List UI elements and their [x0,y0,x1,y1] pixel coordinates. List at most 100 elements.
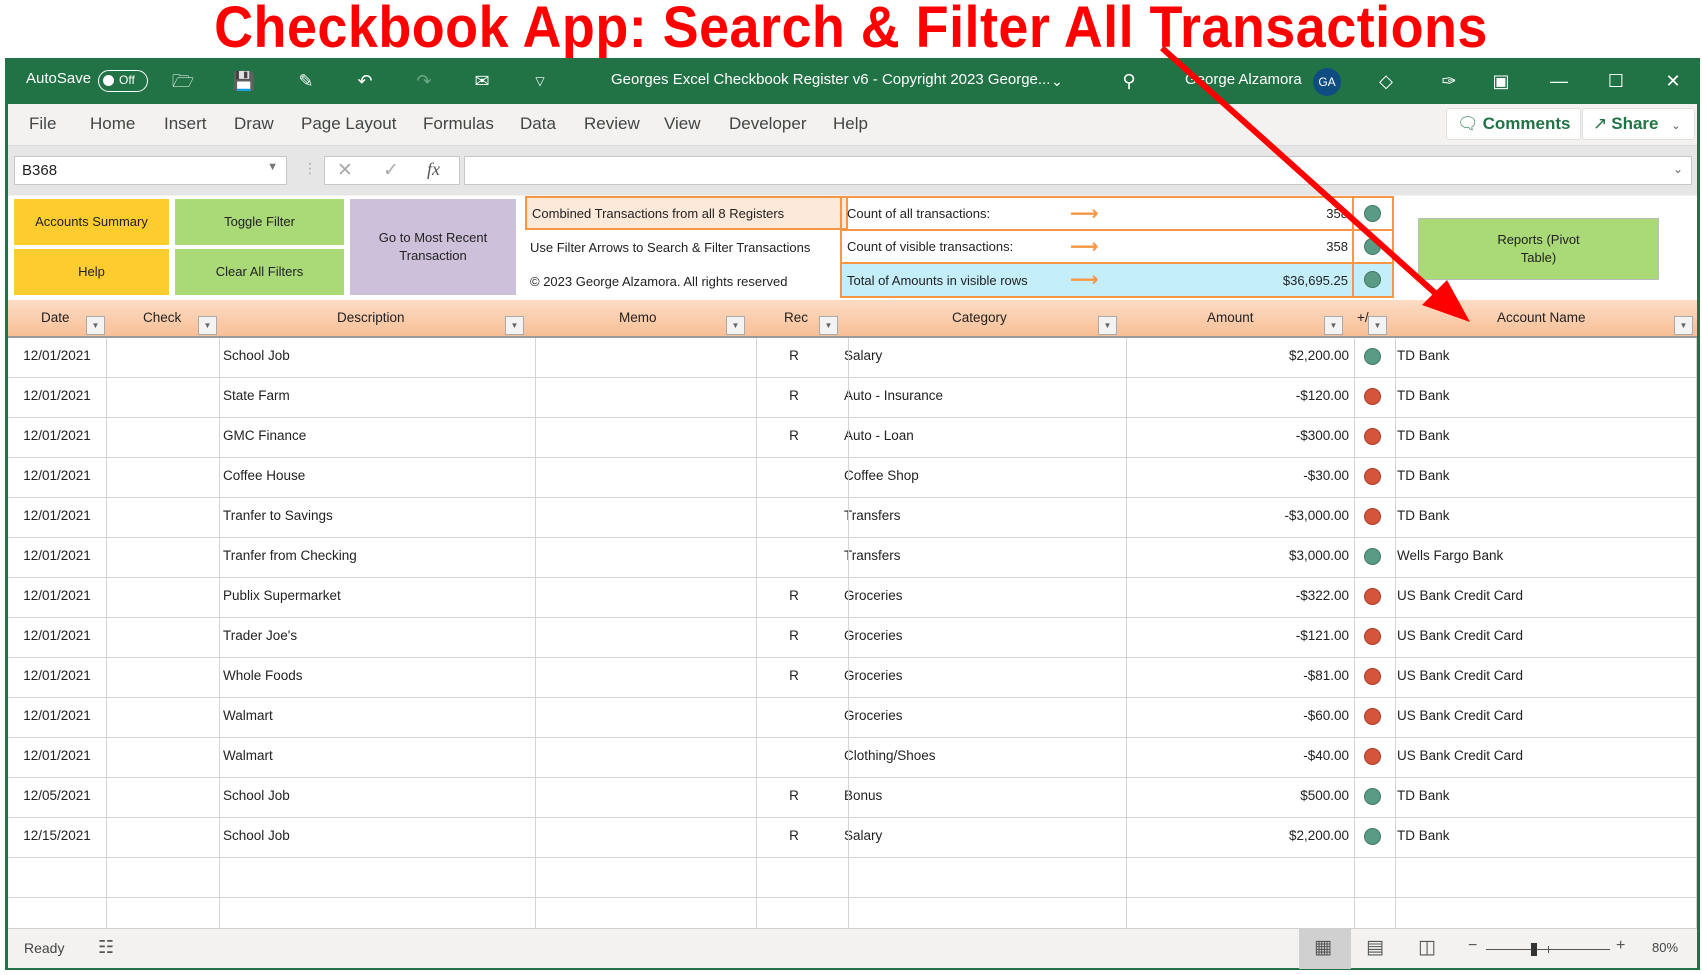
cell-sign[interactable] [1352,738,1393,778]
cell-rec[interactable] [748,538,840,578]
filter-dropdown-amount[interactable]: ▼ [1324,316,1343,335]
pen-icon[interactable]: ✑ [1435,67,1463,95]
cell-check[interactable] [106,738,219,778]
cell-account[interactable] [1393,858,1697,898]
table-row[interactable]: 12/15/2021 School Job R Salary $2,200.00 TD B… [8,818,1697,858]
cell-amount[interactable]: $3,000.00 [1118,538,1352,578]
user-name[interactable]: George Alzamora [1185,71,1302,88]
cell-account[interactable]: US Bank Credit Card [1393,738,1697,778]
cell-account[interactable]: Wells Fargo Bank [1393,538,1697,578]
cell-category[interactable] [840,898,1118,928]
cell-account[interactable]: TD Bank [1393,778,1697,818]
cell-date[interactable]: 12/01/2021 [8,578,106,618]
cell-account[interactable]: TD Bank [1393,818,1697,858]
cell-category[interactable]: Auto - Insurance [840,378,1118,418]
cell-category[interactable]: Transfers [840,498,1118,538]
cell-memo[interactable] [535,418,756,458]
table-row[interactable]: 12/01/2021 Trader Joe's R Groceries -$121.00… [8,618,1697,658]
cell-description[interactable]: Publix Supermarket [219,578,535,618]
cell-category[interactable]: Groceries [840,658,1118,698]
cell-rec[interactable]: R [748,338,840,378]
tab-home[interactable]: Home [90,114,135,134]
cell-amount[interactable]: -$300.00 [1118,418,1352,458]
cell-account[interactable]: TD Bank [1393,498,1697,538]
cell-amount[interactable] [1118,898,1352,928]
zoom-level[interactable]: 80% [1652,940,1678,955]
cell-amount[interactable]: -$121.00 [1118,618,1352,658]
email-icon[interactable]: ✉ [468,67,496,95]
tab-draw[interactable]: Draw [234,114,274,134]
formula-input[interactable]: ⌄ [464,156,1692,185]
cell-description[interactable]: School Job [219,818,535,858]
cell-memo[interactable] [535,698,756,738]
filter-dropdown-description[interactable]: ▼ [505,316,524,335]
save-icon[interactable]: 💾 [230,67,258,95]
cell-rec[interactable] [748,738,840,778]
filter-dropdown-rec[interactable]: ▼ [819,316,838,335]
table-row[interactable]: 12/01/2021 Tranfer from Checking Transfers… [8,538,1697,578]
cell-amount[interactable] [1118,858,1352,898]
filter-dropdown-check[interactable]: ▼ [198,316,217,335]
tab-developer[interactable]: Developer [729,114,807,134]
cell-amount[interactable]: -$60.00 [1118,698,1352,738]
filter-dropdown-memo[interactable]: ▼ [726,316,745,335]
cell-check[interactable] [106,418,219,458]
cell-rec[interactable]: R [748,658,840,698]
cell-description[interactable]: Coffee House [219,458,535,498]
cell-description[interactable] [219,898,535,928]
cell-amount[interactable]: -$120.00 [1118,378,1352,418]
cell-memo[interactable] [535,738,756,778]
cell-date[interactable] [8,898,106,928]
table-row[interactable]: 12/01/2021 Walmart Groceries -$60.00 US Bank… [8,698,1697,738]
cell-description[interactable]: State Farm [219,378,535,418]
cell-rec[interactable]: R [748,618,840,658]
go-recent-button[interactable]: Go to Most Recent Transaction [350,199,516,295]
redo-icon[interactable]: ↷ [410,67,438,95]
cell-sign[interactable] [1352,538,1393,578]
cell-sign[interactable] [1352,818,1393,858]
cell-date[interactable]: 12/01/2021 [8,658,106,698]
help-button[interactable]: Help [14,249,169,295]
zoom-slider-thumb[interactable] [1531,943,1538,956]
cell-amount[interactable]: $2,200.00 [1118,818,1352,858]
cell-category[interactable]: Salary [840,338,1118,378]
cell-sign[interactable] [1352,338,1393,378]
table-row[interactable]: 12/01/2021 State Farm R Auto - Insurance -$1… [8,378,1697,418]
cell-account[interactable]: TD Bank [1393,458,1697,498]
cell-date[interactable]: 12/01/2021 [8,498,106,538]
cell-memo[interactable] [535,338,756,378]
cell-amount[interactable]: -$81.00 [1118,658,1352,698]
cell-check[interactable] [106,818,219,858]
cell-amount[interactable]: $2,200.00 [1118,338,1352,378]
ribbon-display-icon[interactable]: ▣ [1487,67,1515,95]
tab-page-layout[interactable]: Page Layout [301,114,396,134]
cell-category[interactable]: Groceries [840,618,1118,658]
cell-memo[interactable] [535,818,756,858]
zoom-out-icon[interactable]: − [1468,937,1477,955]
tab-file[interactable]: File [29,114,56,134]
cell-check[interactable] [106,378,219,418]
cell-category[interactable]: Bonus [840,778,1118,818]
maximize-icon[interactable]: ☐ [1602,67,1630,95]
expand-formula-icon[interactable]: ⌄ [1673,162,1683,176]
cell-date[interactable]: 12/01/2021 [8,738,106,778]
cell-sign[interactable] [1352,618,1393,658]
cell-sign[interactable] [1352,418,1393,458]
cell-category[interactable]: Groceries [840,578,1118,618]
cell-category[interactable]: Salary [840,818,1118,858]
cell-description[interactable]: Walmart [219,698,535,738]
cell-category[interactable]: Auto - Loan [840,418,1118,458]
table-row[interactable] [8,898,1697,928]
zoom-in-icon[interactable]: + [1616,937,1625,955]
open-folder-icon[interactable]: 🗁 [169,67,197,95]
tab-help[interactable]: Help [833,114,868,134]
share-button[interactable]: ↗ Share ⌄ [1582,108,1696,140]
cell-sign[interactable] [1352,378,1393,418]
cell-description[interactable]: GMC Finance [219,418,535,458]
cell-rec[interactable] [748,698,840,738]
customize-qat-icon[interactable]: ▽ [526,67,554,95]
cell-description[interactable]: School Job [219,778,535,818]
table-row[interactable]: 12/05/2021 School Job R Bonus $500.00 TD Bank [8,778,1697,818]
tab-data[interactable]: Data [520,114,556,134]
cell-rec[interactable]: R [748,778,840,818]
